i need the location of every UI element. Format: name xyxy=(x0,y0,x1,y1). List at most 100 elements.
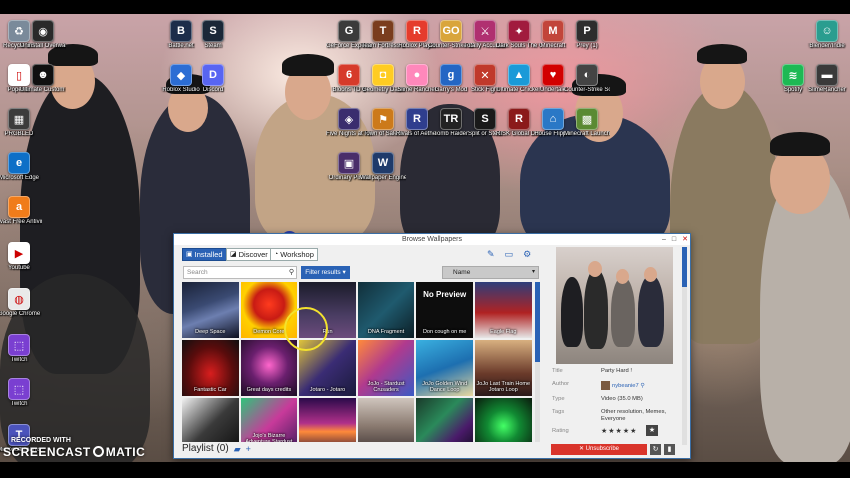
wallpaper-tile-label: JoJo Last Train Home Jotaro Loop xyxy=(476,381,531,393)
app-icon: ≋ xyxy=(782,64,804,86)
desktop-icon-label: Wallpaper Engine xyxy=(360,175,406,181)
steam-workshop-icon: ◔ xyxy=(274,251,279,258)
details-scrollbar-thumb[interactable] xyxy=(682,247,687,287)
maximize-button[interactable]: □ xyxy=(672,235,676,244)
screencast-logo-icon xyxy=(92,446,104,457)
app-icon: ☻ xyxy=(32,64,54,86)
wallpaper-tile[interactable]: Eagle Flag xyxy=(474,282,532,338)
app-icon: a xyxy=(8,196,30,218)
app-icon: ▩ xyxy=(576,108,598,130)
wallpaper-tile[interactable]: Jojo's Bizarre Adventure Stardust Crusad… xyxy=(240,398,298,442)
wallpaper-tile-label: Great days credits xyxy=(246,387,292,393)
desktop-icon-label: Youtube xyxy=(8,265,30,271)
filter-results-button[interactable]: Filter results ▾ xyxy=(301,266,350,279)
details-scrollbar[interactable] xyxy=(682,247,687,445)
wallpaper-tile[interactable]: JoJo - Stardust Crusaders xyxy=(357,340,415,396)
detail-author-value: nybeanie7 ⚲ xyxy=(601,381,676,390)
wallpaper-tile[interactable]: Fantastic Car xyxy=(182,340,239,396)
app-icon: T xyxy=(372,20,394,42)
close-button[interactable]: ✕ xyxy=(682,235,688,244)
wallpaper-tile[interactable]: Great days credits xyxy=(240,340,298,396)
search-icon[interactable]: ⚲ xyxy=(289,267,294,278)
desktop-icon[interactable]: W Wallpaper Engine xyxy=(360,152,406,182)
unsubscribe-button[interactable]: ✕ Unsubscribe xyxy=(551,444,647,455)
app-icon: ☺ xyxy=(816,20,838,42)
refresh-button[interactable]: ↻ xyxy=(650,444,661,455)
wallpaper-preview-image xyxy=(556,247,673,364)
app-icon: ⌂ xyxy=(542,108,564,130)
preview-dancer-head xyxy=(616,269,629,284)
desktop-icon-label: Google Chrome xyxy=(0,311,41,317)
wallpaper-tile[interactable]: JoJo Golden Wind Dance Loop xyxy=(416,340,473,396)
search-input[interactable]: Search ⚲ xyxy=(183,266,297,279)
minimize-button[interactable]: – xyxy=(662,235,666,244)
desktop-icon-label: Ultimate Custom Night xyxy=(20,87,66,93)
desktop-icon[interactable]: ◍ Google Chrome xyxy=(0,288,42,318)
desktop-icon[interactable]: ▶ Youtube xyxy=(0,242,42,272)
watermark-brand-left: SCREENCAST xyxy=(3,445,91,459)
app-icon: ⚑ xyxy=(372,108,394,130)
playlist-bar: Playlist (0) ▰ + xyxy=(182,442,251,456)
tab-discover-label: Discover xyxy=(238,250,268,259)
discover-icon: ◪ xyxy=(230,251,237,258)
desktop-icon[interactable]: D Discord xyxy=(190,64,236,94)
app-icon: ◍ xyxy=(8,288,30,310)
desktop-icon[interactable]: ▩Minecraft Launcher xyxy=(564,108,610,138)
wallpaper-tile-label: Don cough on me xyxy=(422,329,467,335)
desktop-icon[interactable]: ⬚ Twitch xyxy=(0,334,42,364)
window-title: Browse Wallpapers xyxy=(401,236,463,243)
desktop-icon[interactable]: ☺ Blender/Indie xyxy=(804,20,850,50)
desktop-icon[interactable]: e Microsoft Edge xyxy=(0,152,42,182)
desktop-icon[interactable]: ◉Uninstall Overwatch xyxy=(20,20,66,50)
grid-scrollbar-thumb[interactable] xyxy=(535,282,540,362)
author-link[interactable]: nybeanie7 xyxy=(612,383,639,389)
detail-rating-key: Rating xyxy=(552,428,569,434)
desktop-icon[interactable]: ▦ PRGBLED xyxy=(0,108,42,138)
editor-icon[interactable]: ✎ xyxy=(487,248,495,260)
folder-icon[interactable]: ▰ xyxy=(234,442,241,456)
dancer-hat xyxy=(697,44,747,64)
display-icon[interactable]: ▭ xyxy=(505,248,514,260)
desktop-icon[interactable]: P Prey (1) xyxy=(564,20,610,50)
desktop-icon-label: Counter-Strike Source xyxy=(564,87,610,93)
gear-icon[interactable]: ⚙ xyxy=(523,248,531,260)
plus-icon[interactable]: + xyxy=(246,442,251,456)
dancer-hat xyxy=(770,132,830,156)
wallpaper-tile-label: JoJo - Stardust Crusaders xyxy=(367,381,405,393)
desktop-icon[interactable]: ◐Counter-Strike Source xyxy=(564,64,610,94)
desktop-icon[interactable]: ☻Ultimate Custom Night xyxy=(20,64,66,94)
search-icon[interactable]: ⚲ xyxy=(640,383,644,389)
window-titlebar[interactable]: Browse Wallpapers – □ ✕ xyxy=(174,234,690,245)
favorite-star-button[interactable]: ★ xyxy=(646,425,658,436)
grid-scrollbar[interactable] xyxy=(535,282,540,442)
wallpaper-tile[interactable]: Razer Bedroom xyxy=(416,398,473,442)
trash-button[interactable]: ▮ xyxy=(664,444,675,455)
wallpaper-tile-label: DNA Fragment xyxy=(367,329,405,335)
wallpaper-tile[interactable]: Neon Sunset xyxy=(299,398,356,442)
app-icon: ✦ xyxy=(508,20,530,42)
wallpaper-tile[interactable]: Deep Space xyxy=(182,282,239,338)
app-icon: ⚔ xyxy=(474,20,496,42)
app-icon: ▲ xyxy=(508,64,530,86)
desktop-icon[interactable]: S Steam xyxy=(190,20,236,50)
wallpaper-tile[interactable]: Party Hard! xyxy=(357,398,415,442)
wallpaper-tile[interactable]: Razer Vision xyxy=(474,398,532,442)
desktop-icon-label: Twitch xyxy=(10,401,28,407)
watermark-recorded-with: RECORDED WITH xyxy=(11,437,71,444)
wallpaper-tile[interactable]: Jotaro jojo xyxy=(182,398,239,442)
app-icon: 6 xyxy=(338,64,360,86)
detail-title-value: Party Hard ! xyxy=(601,368,632,374)
desktop-icon[interactable]: aAvast Free Antivirus xyxy=(0,196,42,226)
wallpaper-tile[interactable]: JoJo Last Train Home Jotaro Loop xyxy=(474,340,532,396)
desktop-icon[interactable]: ⬚ Twitch xyxy=(0,378,42,408)
click-highlight-ring xyxy=(284,307,328,351)
tab-installed[interactable]: ▣ Installed xyxy=(182,248,227,261)
tab-workshop[interactable]: ◔ Workshop xyxy=(270,248,318,261)
app-icon: R xyxy=(406,108,428,130)
sort-select[interactable]: Name ▾ xyxy=(442,266,539,279)
wallpaper-tile[interactable]: No Preview Don cough on me xyxy=(416,282,473,338)
wallpaper-tile[interactable]: DNA Fragment xyxy=(357,282,415,338)
desktop-icon-label: Prey (1) xyxy=(576,43,598,49)
tab-discover[interactable]: ◪ Discover xyxy=(226,248,272,261)
desktop-icon[interactable]: ▬ SlimeRancher xyxy=(804,64,850,94)
